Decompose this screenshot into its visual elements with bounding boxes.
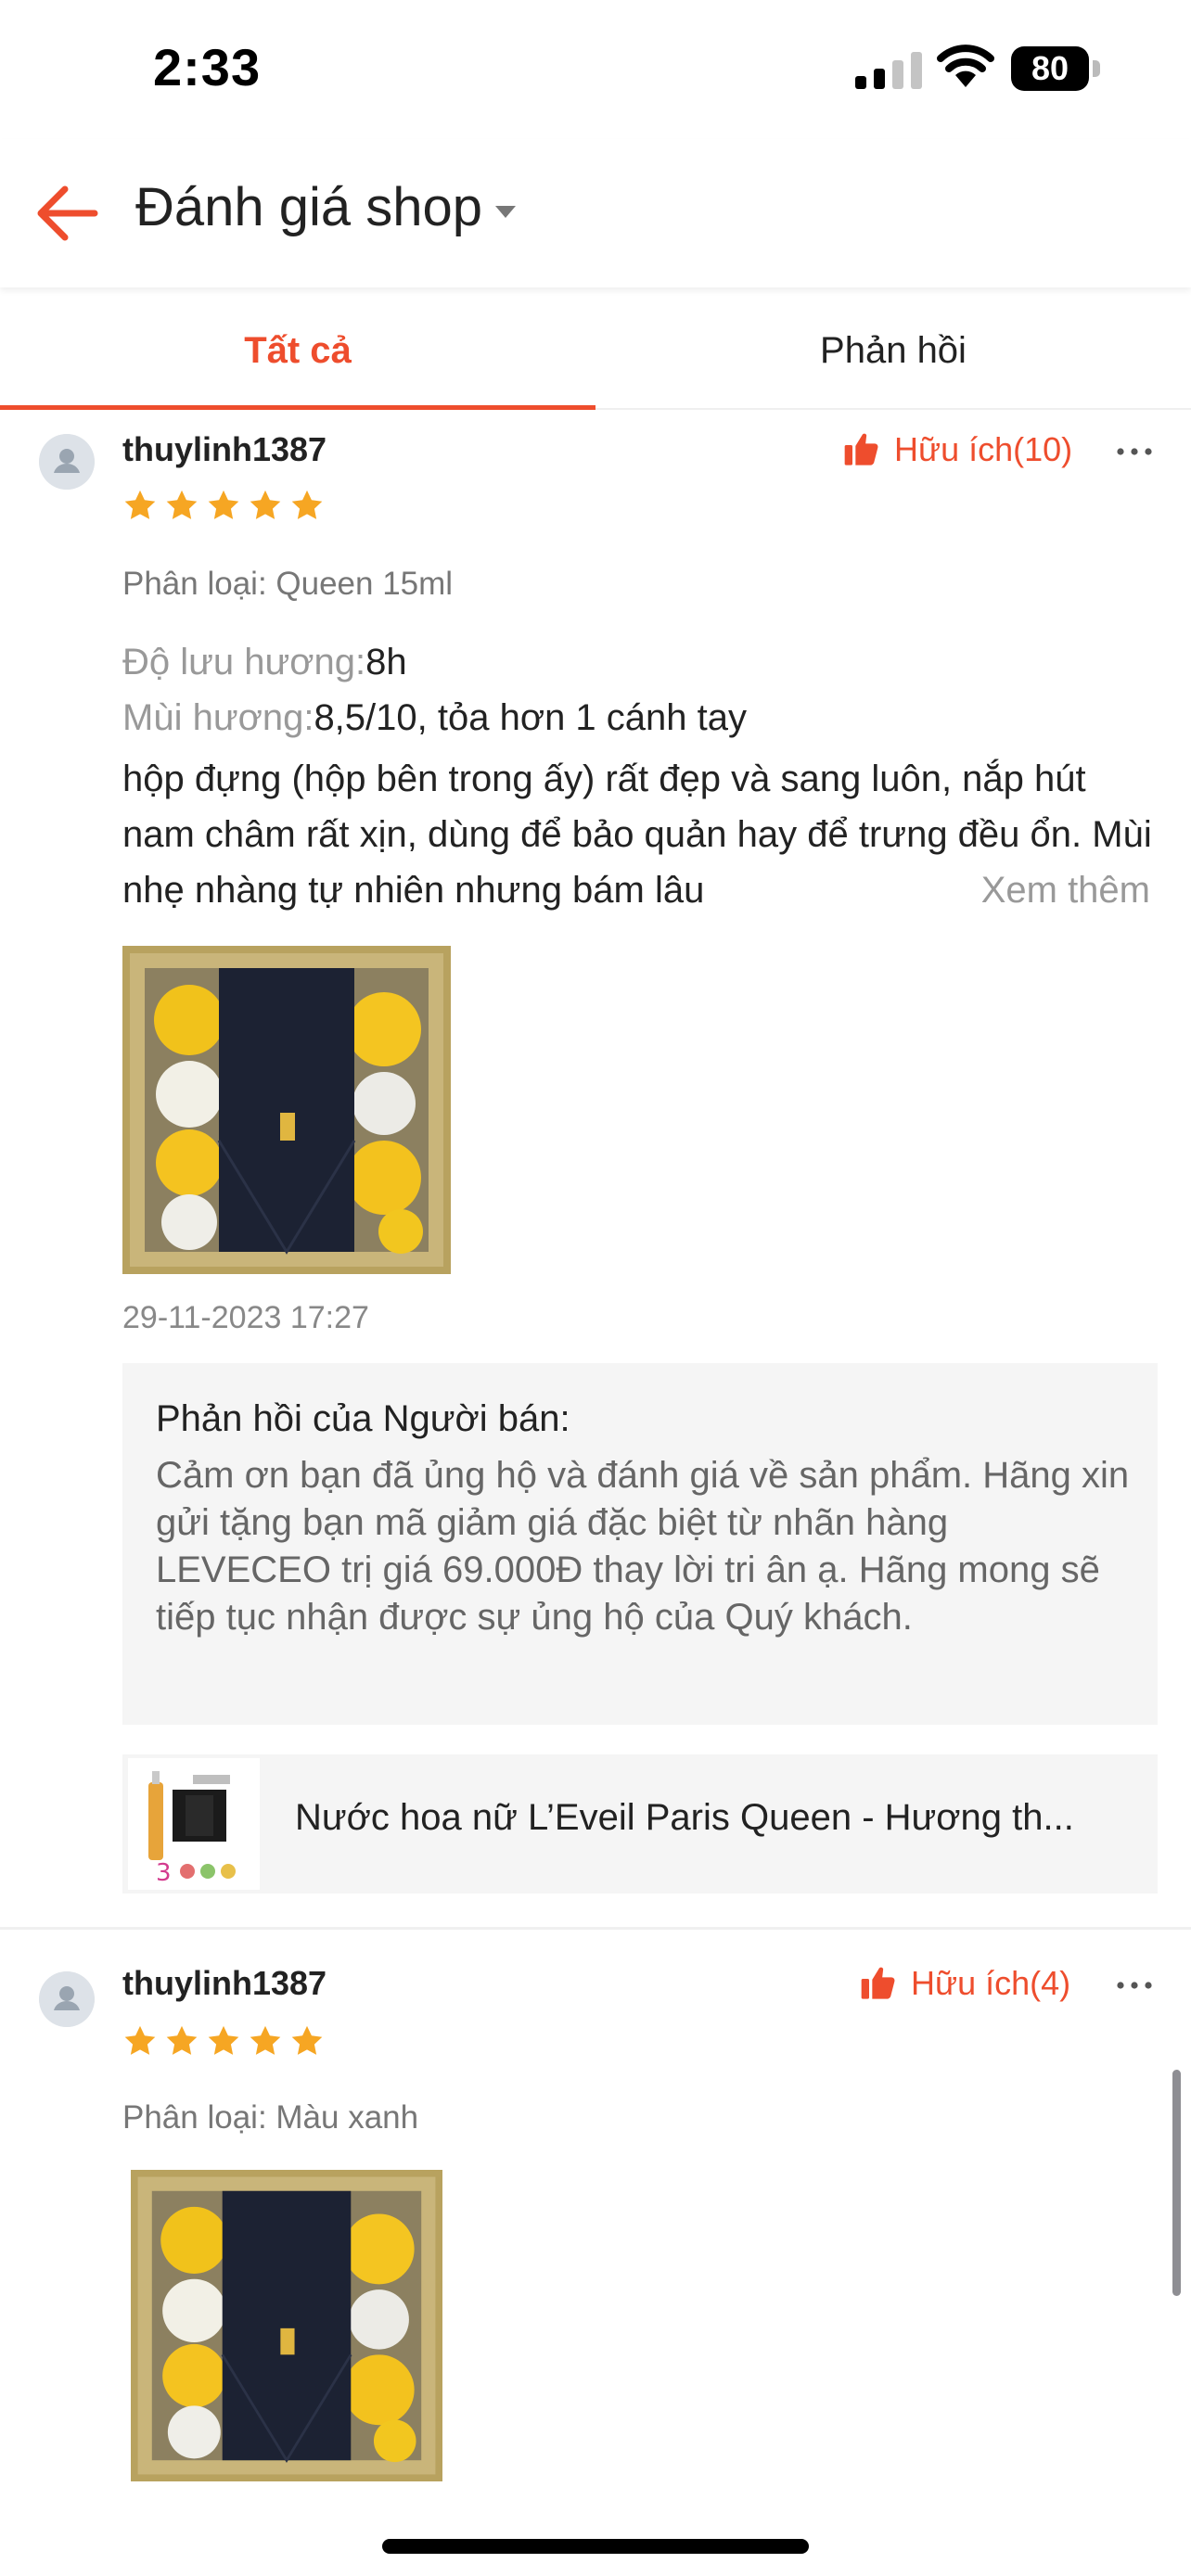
star-icon	[164, 488, 199, 523]
review-divider	[0, 1927, 1191, 1930]
status-time: 2:33	[153, 38, 262, 96]
page-title[interactable]: Đánh giá shop	[135, 176, 482, 238]
seller-reply: Phản hồi của Người bán: Cảm ơn bạn đã ủn…	[122, 1363, 1158, 1725]
helpful-label: Hữu ích(4)	[911, 1964, 1071, 2002]
seller-reply-text: Cảm ơn bạn đã ủng hộ và đánh giá về sản …	[156, 1455, 1130, 1638]
star-icon	[289, 488, 325, 523]
rating-stars	[122, 2023, 331, 2059]
review-photo[interactable]	[122, 2170, 451, 2481]
review-variant: Phân loại: Màu xanh	[122, 2099, 419, 2136]
app-header: Đánh giá shop	[0, 139, 1191, 287]
star-icon	[122, 488, 158, 523]
back-arrow-icon[interactable]	[33, 178, 104, 249]
star-icon	[206, 488, 241, 523]
review-variant: Phân loại: Queen 15ml	[122, 566, 454, 602]
star-icon	[248, 488, 283, 523]
helpful-button[interactable]: Hữu ích(10)	[842, 430, 1072, 469]
attribute-value: 8,5/10, tỏa hơn 1 cánh tay	[314, 697, 747, 738]
battery-level: 80	[1031, 49, 1069, 87]
tab-bar: Tất cả Phản hồi	[0, 287, 1191, 410]
review-attribute: Độ lưu hương:8h	[122, 642, 407, 683]
helpful-button[interactable]: Hữu ích(4)	[859, 1964, 1070, 2003]
thumbs-up-icon	[859, 1965, 898, 2002]
review-username[interactable]: thuylinh1387	[122, 1964, 327, 2003]
scrollbar[interactable]	[1172, 2070, 1181, 2296]
product-thumbnail	[128, 1758, 260, 1890]
rating-stars	[122, 488, 331, 523]
tab-all[interactable]: Tất cả	[0, 287, 596, 408]
review-item: thuylinh1387 Hữu ích(4) Phân loại: Màu x…	[0, 1942, 1191, 2498]
attribute-key: Mùi hương:	[122, 697, 314, 738]
cellular-signal-icon	[855, 52, 922, 89]
review-username[interactable]: thuylinh1387	[122, 430, 327, 469]
review-attribute: Mùi hương:8,5/10, tỏa hơn 1 cánh tay	[122, 697, 747, 739]
product-card[interactable]: Nước hoa nữ L’Eveil Paris Queen - Hương …	[122, 1754, 1158, 1894]
avatar-icon[interactable]	[39, 1971, 95, 2027]
star-icon	[164, 2023, 199, 2059]
home-indicator[interactable]	[382, 2539, 809, 2554]
review-item: thuylinh1387 Hữu ích(10) Phân loại: Quee…	[0, 410, 1191, 1930]
status-bar: 2:33 80	[0, 0, 1191, 139]
seller-reply-title: Phản hồi của Người bán:	[156, 1398, 570, 1439]
product-name: Nước hoa nữ L’Eveil Paris Queen - Hương …	[295, 1797, 1074, 1838]
star-icon	[206, 2023, 241, 2059]
battery-icon: 80	[1011, 46, 1100, 91]
review-date: 29-11-2023 17:27	[122, 1300, 369, 1335]
review-photo[interactable]	[122, 946, 451, 1274]
more-icon[interactable]	[1111, 1971, 1158, 1999]
thumbs-up-icon	[842, 431, 881, 468]
tab-replies[interactable]: Phản hồi	[596, 287, 1191, 408]
see-more-link[interactable]: Xem thêm	[918, 862, 1150, 918]
star-icon	[289, 2023, 325, 2059]
chevron-down-icon[interactable]	[493, 202, 518, 221]
more-icon[interactable]	[1111, 438, 1158, 465]
attribute-value: 8h	[365, 642, 407, 682]
wifi-icon	[937, 45, 994, 87]
star-icon	[122, 2023, 158, 2059]
helpful-label: Hữu ích(10)	[894, 430, 1073, 468]
avatar-icon[interactable]	[39, 434, 95, 490]
attribute-key: Độ lưu hương:	[122, 642, 366, 682]
star-icon	[248, 2023, 283, 2059]
